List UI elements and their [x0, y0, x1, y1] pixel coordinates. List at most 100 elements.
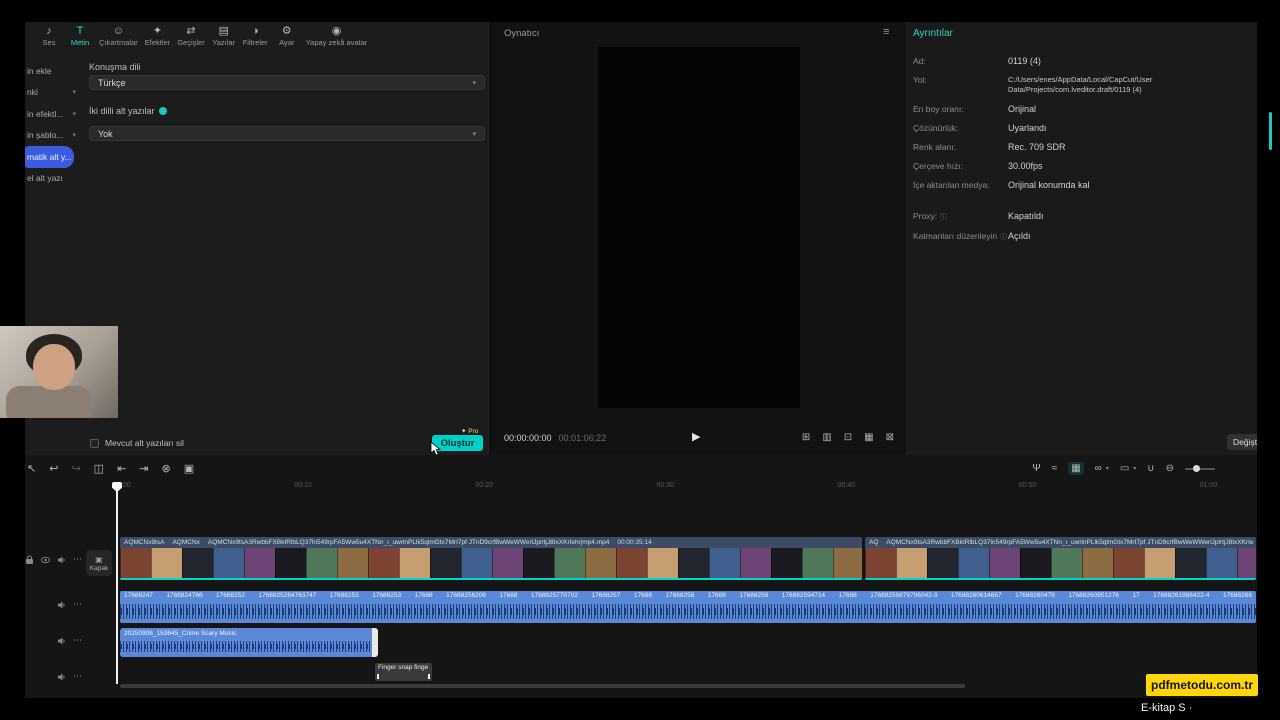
timeline-ruler[interactable]: 00:00 00:10 00:20 00:30 00:40 00:50 01:00 [113, 482, 1226, 494]
timeline-horizontal-scrollbar[interactable] [120, 684, 965, 688]
sidebar-item-metin-ekle[interactable]: in ekle [25, 60, 81, 82]
sidebar-item-metin-efektleri[interactable]: in efektl... ▾ [25, 103, 81, 125]
undo-icon[interactable]: ↩ [49, 462, 58, 475]
audio-waveform [120, 601, 1256, 623]
topbar-item-ses[interactable]: ♪ Ses [37, 25, 61, 47]
zoom-out-icon[interactable]: ⊖ [1166, 463, 1174, 474]
chevron-down-icon: ▾ [1105, 466, 1109, 472]
auto-captions-form: Konuşma dili Türkçe ▾ İki dilli alt yazı… [81, 54, 490, 434]
clip-menu-icon[interactable]: ▭ [1120, 463, 1129, 474]
beta-badge-icon [158, 107, 167, 115]
topbar-item-ai-avatar[interactable]: ◉ Yapay zekâ avatar [306, 25, 368, 47]
bilingual-label-text: İki dilli alt yazılar [89, 106, 155, 116]
sidebar-item-otomatik-altyazi[interactable]: matik alt y... [25, 146, 74, 168]
audio-clip-name: 17688260479 [1015, 592, 1055, 599]
topbar-item-label: Filtreler [242, 38, 268, 47]
audio-clip-name: 1768825770702 [530, 592, 578, 599]
topbar-item-efektler[interactable]: ✦ Efektler [145, 25, 170, 47]
audio-clip-name: 17688260614687 [950, 592, 1002, 599]
mic-icon[interactable]: Ψ [1032, 463, 1040, 474]
text-sidebar: in ekle nki ▾ in efektl... ▾ in şablo... ▾ … [25, 60, 81, 189]
video-clip-name-bar: AQ AQMCNx9tsA3RwbbFXBkIRlbLQ37ln549rpFA5… [865, 537, 1256, 548]
mark-icon[interactable]: ▣ [184, 462, 194, 475]
detail-value: C:/Users/enes/AppData/Local/CapCut/User … [1008, 75, 1153, 94]
topbar-item-metin[interactable]: T Metin [68, 25, 92, 47]
video-preview[interactable] [598, 47, 800, 408]
audio-track-controls: ⋯ [25, 599, 115, 610]
more-options-icon[interactable]: ⋯ [73, 554, 82, 565]
player-menu-icon[interactable]: ≡ [883, 26, 889, 38]
capcut-window: ♪ Ses T Metin ☺ Çıkartmalar ✦ Efektler ⇄ Geçi… [25, 22, 1257, 698]
zoom-slider-knob[interactable] [1193, 464, 1200, 472]
zoom-slider[interactable] [1185, 464, 1215, 472]
more-options-icon[interactable]: ⋯ [73, 599, 82, 610]
sidebar-item-label: matik alt y... [27, 151, 72, 162]
change-button[interactable]: Değişt [1227, 434, 1257, 450]
detail-label: İçe aktarılan medya: [913, 179, 990, 190]
text-clip[interactable]: Finger snap finge [375, 663, 432, 681]
watermark-caption: E-kitap S · [1141, 702, 1193, 714]
mirror-icon[interactable]: ▥ [822, 432, 831, 443]
sidebar-item-trend[interactable]: nki ▾ [25, 82, 81, 104]
lock-icon[interactable] [25, 555, 34, 565]
facecam-person-face [33, 344, 75, 390]
delete-existing-label: Mevcut alt yazıları sil [105, 438, 184, 448]
detail-label-text: Proxy: [913, 210, 938, 221]
video-clip[interactable]: AQMCNx9tsA AQMCNx AQMCNx9tsA3RwbbFXBkIRl… [120, 537, 862, 580]
audio-clip-name: 17688260951276 [1068, 592, 1119, 599]
split-icon[interactable]: ◫ [94, 462, 104, 475]
magnet-icon[interactable]: ∪ [1147, 463, 1154, 474]
edge-scrollbar[interactable] [1269, 112, 1272, 150]
topbar-item-ayar[interactable]: ⚙ Ayar [275, 25, 299, 47]
redo-icon[interactable]: ↪ [71, 462, 80, 475]
speaker-icon[interactable] [57, 672, 66, 682]
ruler-tick: 00:50 [1018, 482, 1037, 489]
topbar-item-gecisler[interactable]: ⇄ Geçişler [177, 25, 205, 47]
audio-track-clips[interactable]: 17688247 1768824786 17688252 17688252847637… [120, 591, 1256, 623]
keyframe-tick [377, 674, 379, 679]
chevron-down-icon: ▾ [472, 79, 476, 87]
cover-button-label: Kapak [89, 564, 109, 572]
delete-right-icon[interactable]: ⇥ [139, 462, 148, 475]
sidebar-item-label: in efektl... [27, 108, 64, 119]
more-options-icon[interactable]: ⋯ [73, 635, 82, 646]
play-button[interactable]: ▶ [692, 430, 700, 443]
detail-row: Renk alanı: Rec. 709 SDR [913, 142, 1251, 152]
detail-row: Katmanları düzenleyin ⓘ Açıldı [913, 231, 1251, 242]
topbar-item-yazilar[interactable]: ▤ Yazılar [212, 25, 236, 47]
scale-icon[interactable]: ⊞ [802, 432, 810, 443]
topbar-item-cikartmalar[interactable]: ☺ Çıkartmalar [99, 25, 138, 47]
sidebar-item-metin-sablonu[interactable]: in şablo... ▾ [25, 125, 81, 147]
delete-left-icon[interactable]: ⇤ [117, 462, 126, 475]
bilingual-select[interactable]: Yok ▾ [89, 126, 485, 141]
auto-captions-icon[interactable]: ▦ [1068, 462, 1084, 475]
speaker-icon[interactable] [57, 636, 66, 646]
clip-trim-handle[interactable] [372, 628, 378, 657]
grid-icon[interactable]: ▦ [864, 432, 873, 443]
speaker-icon[interactable] [57, 555, 66, 565]
detail-label: Renk alanı: [913, 141, 956, 152]
speaker-icon[interactable] [57, 600, 66, 610]
detail-value: 30.00fps [1008, 160, 1043, 171]
playhead[interactable] [116, 482, 118, 684]
info-icon: ⓘ [940, 213, 948, 221]
language-select[interactable]: Türkçe ▾ [89, 75, 485, 90]
cover-button[interactable]: ▣ Kapak [86, 550, 112, 576]
music-clip[interactable]: 20250906_153645_Crime Scary Music [120, 628, 378, 657]
crop-icon[interactable]: ⊡ [844, 432, 852, 443]
detail-label: Proxy: ⓘ [913, 211, 1008, 222]
more-options-icon[interactable]: ⋯ [73, 671, 82, 682]
fullscreen-icon[interactable]: ⊠ [886, 432, 894, 443]
topbar-item-filtreler[interactable]: ◑ Filtreler [243, 25, 268, 47]
sidebar-item-yerel-altyazi[interactable]: el alt yazı [25, 168, 81, 190]
delete-icon[interactable]: ⊗ [162, 462, 171, 475]
audio-wave-icon[interactable]: ≈ [1052, 463, 1058, 474]
video-clip[interactable]: AQ AQMCNx9tsA3RwbbFXBkIRlbLQ37ln549rpFA5… [865, 537, 1256, 580]
detail-label: Çözünürlük: [913, 122, 959, 133]
music-waveform [120, 639, 378, 655]
eye-icon[interactable] [41, 556, 50, 564]
link-icon[interactable]: ∞ [1095, 463, 1102, 474]
detail-row: Yol: C:/Users/enes/AppData/Local/CapCut/U… [913, 75, 1251, 95]
delete-existing-checkbox[interactable] [90, 439, 99, 448]
pointer-select-icon[interactable]: ↖ [27, 462, 36, 475]
